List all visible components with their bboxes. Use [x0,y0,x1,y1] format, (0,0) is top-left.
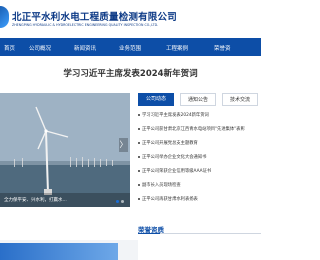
news-title[interactable]: 正平公司荣获企业信用等级AAA证书 [142,169,211,174]
headline-title[interactable]: 学习习近平主席发表2024新年贺词 [0,67,261,79]
nav-item-cases[interactable]: 工程案例 [166,44,188,52]
slider-dot[interactable] [121,200,124,203]
lower-banner-image[interactable] [0,243,118,260]
list-item[interactable]: 正平公司荣获企业信用等级AAA证书 [138,168,261,176]
wind-turbine-image [0,93,130,207]
honors-panel [138,240,261,260]
bullet-icon [138,141,140,144]
company-name-en: ZHENGPING HYDRAULIC & HYDROELECTRIC ENGI… [12,23,159,27]
bullet-icon [138,127,140,130]
tab-notices[interactable]: 通知公告 [180,93,216,106]
site-header: 北正平水利水电工程质量检测有限公司 ZHENGPING HYDRAULIC & … [0,0,261,38]
image-slider[interactable]: 〉 全力保平安、兴水利，打赢水... [0,93,130,207]
slider-dots [116,200,124,203]
nav-item-news[interactable]: 新闻资讯 [74,44,96,52]
slide-caption-text[interactable]: 全力保平安、兴水利，打赢水... [4,197,67,203]
company-name-cn[interactable]: 北正平水利水电工程质量检测有限公司 [12,9,177,23]
nav-item-about[interactable]: 公司概况 [29,44,51,52]
news-title[interactable]: 学习习近平主席发表2024新年贺词 [142,113,209,118]
news-title[interactable]: 副市长入员现场检查 [142,183,181,188]
slider-dot[interactable] [116,200,119,203]
list-item[interactable]: 正平公司获甘肃北京江西青水电站项目"先进集体"表彰 [138,126,261,134]
news-tabs: 公司动态 通知公告 技术交流 [138,93,261,106]
bullet-icon [138,169,140,172]
list-item[interactable]: 正平公司再获甘肃水利表扬表 [138,196,261,204]
slider-next-arrow[interactable]: 〉 [119,138,128,152]
list-item[interactable]: 学习习近平主席发表2024新年贺词 [138,112,261,120]
bullet-icon [138,197,140,200]
slide-caption: 全力保平安、兴水利，打赢水... [0,193,130,207]
nav-item-home[interactable]: 首页 [4,44,15,52]
nav-item-honors[interactable]: 荣誉资 [214,44,231,52]
logo-icon[interactable] [0,6,9,28]
tab-tech-exchange[interactable]: 技术交流 [222,93,258,106]
main-nav: 首页 公司概况 新闻资讯 业务范围 工程案例 荣誉资 [0,38,261,56]
news-title[interactable]: 正平公司获甘肃北京江西青水电站项目"先进集体"表彰 [142,127,245,132]
bullet-icon [138,113,140,116]
nav-item-business[interactable]: 业务范围 [119,44,141,52]
list-item[interactable]: 副市长入员现场检查 [138,182,261,190]
list-item[interactable]: 正平公司举办企业文化大会通知书 [138,154,261,162]
news-title[interactable]: 正平公司再获甘肃水利表扬表 [142,197,198,202]
news-title[interactable]: 正平公司开展党总支主题教育 [142,141,198,146]
list-item[interactable]: 正平公司开展党总支主题教育 [138,140,261,148]
news-title[interactable]: 正平公司举办企业文化大会通知书 [142,155,206,160]
bullet-icon [138,183,140,186]
chevron-right-icon[interactable]: 〉 [120,140,128,149]
bullet-icon [138,155,140,158]
tab-company-news[interactable]: 公司动态 [138,93,174,106]
section-divider-accent [138,232,160,234]
